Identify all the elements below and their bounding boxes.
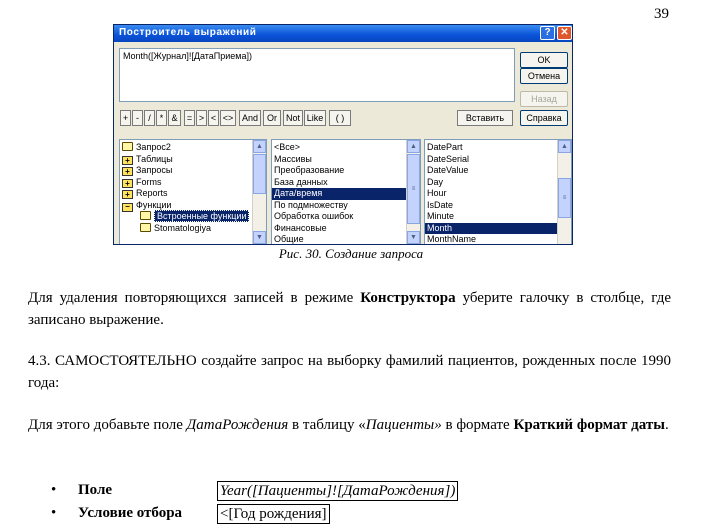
list-item[interactable]: DateSerial bbox=[425, 154, 557, 166]
help-button[interactable]: Справка bbox=[520, 110, 568, 126]
back-button[interactable]: Назад bbox=[520, 91, 568, 107]
list-item[interactable]: По подмножеству bbox=[272, 200, 406, 212]
plus-icon: + bbox=[122, 178, 133, 188]
list-item[interactable]: Финансовые bbox=[272, 223, 406, 235]
object-tree[interactable]: Запрос2 + Таблицы + Запросы + Forms + Reports − Фу… bbox=[119, 139, 267, 244]
list-item[interactable]: База данных bbox=[272, 177, 406, 189]
page-number: 39 bbox=[654, 6, 669, 22]
function-scrollbar[interactable]: ▲ ≡ bbox=[557, 140, 571, 244]
operator-button[interactable]: <> bbox=[220, 110, 236, 126]
cancel-button[interactable]: Отмена bbox=[520, 68, 568, 84]
tree-item-label: Запрос2 bbox=[136, 142, 171, 152]
list-item[interactable]: Общие bbox=[272, 234, 406, 244]
plus-icon: + bbox=[122, 190, 133, 199]
tree-item-label: Таблицы bbox=[136, 153, 173, 164]
function-list[interactable]: DatePart DateSerial DateValue Day Hour IsDate… bbox=[424, 139, 572, 244]
tree-item-label: Forms bbox=[136, 176, 162, 187]
list-item[interactable]: <Все> bbox=[272, 142, 406, 154]
tree-item[interactable]: Запрос2 bbox=[120, 142, 266, 154]
operator-button[interactable]: & bbox=[168, 110, 181, 126]
tree-item[interactable]: + Таблицы bbox=[120, 154, 266, 166]
scroll-thumb[interactable]: ≡ bbox=[558, 178, 571, 218]
scroll-thumb[interactable] bbox=[253, 154, 266, 194]
bullet-marker: • bbox=[51, 505, 57, 521]
dialog-titlebar[interactable]: Построитель выражений ? ✕ bbox=[114, 25, 572, 42]
operator-button[interactable]: < bbox=[208, 110, 219, 126]
operator-button[interactable]: * bbox=[156, 110, 167, 126]
expression-input[interactable]: Month([Журнал]![ДатаПриема]) bbox=[119, 48, 515, 102]
scroll-up-icon[interactable]: ▲ bbox=[558, 140, 571, 153]
operator-button[interactable]: > bbox=[196, 110, 207, 126]
dialog-title: Построитель выражений bbox=[119, 27, 257, 38]
tree-item-label: Reports bbox=[136, 188, 168, 198]
tree-item-label: Stomatologiya bbox=[154, 222, 212, 233]
bullet-value-field: Year([Пациенты]![ДатаРождения]) bbox=[217, 481, 459, 501]
folder-icon bbox=[140, 222, 151, 232]
tree-item[interactable]: Stomatologiya bbox=[120, 222, 266, 235]
tree-item-label: Функции bbox=[136, 199, 172, 210]
list-item[interactable]: IsDate bbox=[425, 200, 557, 212]
list-item[interactable]: Month bbox=[425, 222, 557, 234]
list-item[interactable]: MonthName bbox=[425, 234, 557, 244]
operator-button[interactable]: - bbox=[132, 110, 143, 126]
list-item[interactable]: Обработка ошибок bbox=[272, 211, 406, 223]
folder-icon bbox=[140, 211, 151, 220]
scroll-down-icon[interactable]: ▼ bbox=[407, 231, 420, 244]
operator-button[interactable]: + bbox=[120, 110, 131, 126]
plus-icon: + bbox=[122, 155, 133, 165]
operator-button[interactable]: ( ) bbox=[329, 110, 351, 126]
tree-item[interactable]: + Forms bbox=[120, 177, 266, 189]
list-item[interactable]: Minute bbox=[425, 211, 557, 223]
tree-item[interactable]: + Reports bbox=[120, 188, 266, 200]
tree-item[interactable]: + Запросы bbox=[120, 165, 266, 177]
operator-button[interactable]: Or bbox=[263, 110, 281, 126]
insert-button[interactable]: Вставить bbox=[457, 110, 513, 126]
list-item[interactable]: DatePart bbox=[425, 142, 557, 154]
category-list[interactable]: <Все> Массивы Преобразование База данных Дат… bbox=[271, 139, 421, 244]
close-icon[interactable]: ✕ bbox=[557, 26, 572, 40]
help-title-button[interactable]: ? bbox=[540, 26, 555, 40]
paragraph-add-field: Для этого добавьте поле ДатаРождения в т… bbox=[28, 417, 669, 433]
operator-button[interactable]: Like bbox=[304, 110, 326, 126]
tree-item[interactable]: Встроенные функции bbox=[120, 210, 266, 223]
list-item[interactable]: Преобразование bbox=[272, 165, 406, 177]
folder-icon bbox=[122, 142, 133, 151]
list-item[interactable]: Массивы bbox=[272, 154, 406, 166]
scroll-thumb[interactable]: ≡ bbox=[407, 154, 420, 224]
list-item[interactable]: Hour bbox=[425, 188, 557, 200]
scroll-down-icon[interactable]: ▼ bbox=[253, 231, 266, 244]
tree-item-label: Запросы bbox=[136, 165, 173, 175]
scroll-up-icon[interactable]: ▲ bbox=[253, 140, 266, 153]
bullet-label-criteria: Условие отбора bbox=[78, 505, 183, 521]
list-item[interactable]: DateValue bbox=[425, 165, 557, 177]
expression-builder-dialog: Построитель выражений ? ✕ Month([Журнал]… bbox=[113, 24, 573, 245]
bullet-label-field: Поле bbox=[78, 482, 113, 498]
tree-scrollbar[interactable]: ▲ ▼ bbox=[252, 140, 266, 244]
plus-icon: + bbox=[122, 167, 133, 176]
category-scrollbar[interactable]: ▲ ≡ ▼ bbox=[406, 140, 420, 244]
operator-button[interactable]: And bbox=[239, 110, 261, 126]
bullet-marker: • bbox=[51, 482, 57, 498]
paragraph-task: 4.3. САМОСТОЯТЕЛЬНО создайте запрос на в… bbox=[28, 353, 671, 391]
figure-caption: Рис. 30. Создание запроса bbox=[278, 246, 424, 261]
scroll-up-icon[interactable]: ▲ bbox=[407, 140, 420, 153]
list-item[interactable]: Day bbox=[425, 177, 557, 189]
list-item[interactable]: Дата/время bbox=[272, 188, 406, 200]
bullet-value-criteria: <[Год рождения] bbox=[217, 504, 330, 524]
ok-button[interactable]: OK bbox=[520, 52, 568, 68]
operator-button[interactable]: Not bbox=[283, 110, 303, 126]
paragraph-remove-duplicates: Для удаления повторяющихся записей в реж… bbox=[28, 290, 671, 328]
tree-item-label: Встроенные функции bbox=[154, 210, 250, 222]
operator-button[interactable]: / bbox=[144, 110, 155, 126]
operator-button[interactable]: = bbox=[184, 110, 195, 126]
